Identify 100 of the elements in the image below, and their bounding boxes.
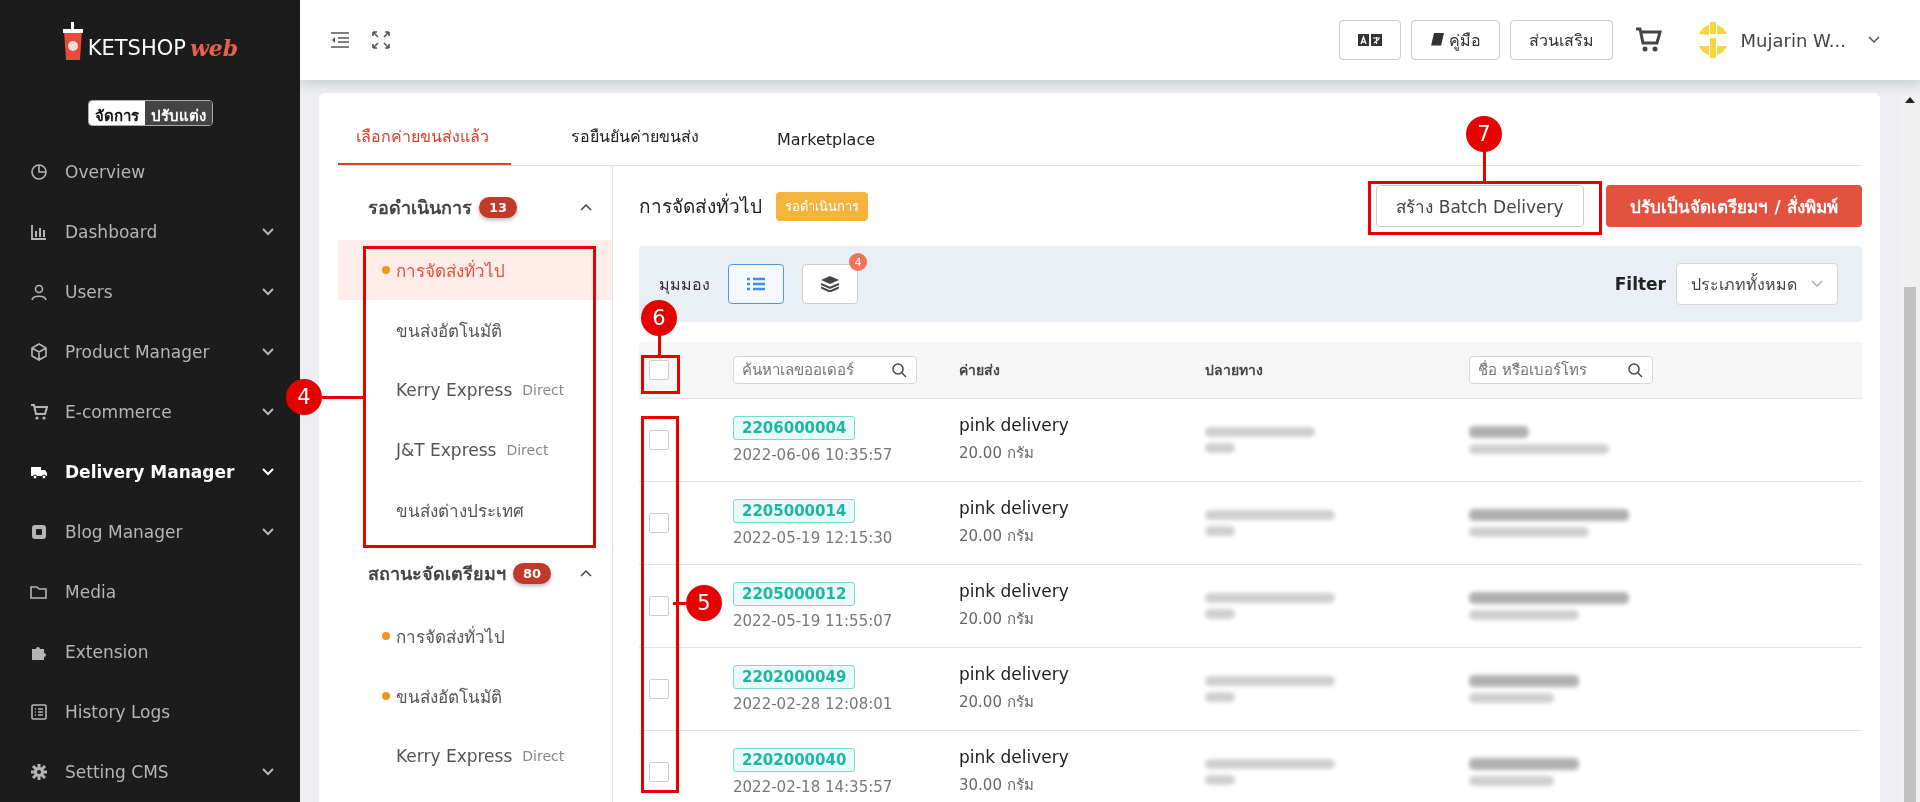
create-batch-button[interactable]: สร้าง Batch Delivery [1376, 185, 1584, 227]
carrier-item[interactable]: ขนส่งอัตโนมัติ [338, 300, 612, 360]
blurred-text [1469, 426, 1529, 438]
menu-item[interactable]: Overview [0, 142, 300, 202]
fullscreen-icon[interactable] [372, 31, 390, 49]
blurred-text [1205, 775, 1235, 785]
menu-item[interactable]: History Logs [0, 682, 300, 742]
menu-icon [30, 163, 48, 181]
search-icon [892, 363, 907, 378]
order-date: 2022-02-28 12:08:01 [733, 695, 893, 713]
carrier-name: pink delivery [959, 581, 1069, 601]
order-search-field[interactable]: ค้นหาเลขออเดอร์ [733, 356, 917, 384]
translate-button[interactable] [1338, 20, 1401, 60]
blurred-text [1205, 526, 1235, 536]
menu-icon [30, 703, 48, 721]
name-search-field[interactable]: ชื่อ หรือเบอร์โทร [1469, 356, 1653, 384]
carrier-name: pink delivery [959, 498, 1069, 518]
weight-text: 20.00 กรัม [959, 443, 1034, 464]
view-button[interactable] [802, 264, 858, 304]
leader-line [322, 396, 363, 399]
chevron-down-icon [1868, 36, 1880, 44]
select-all-checkbox[interactable] [649, 360, 669, 380]
weight-text: 20.00 กรัม [959, 609, 1034, 630]
manual-button[interactable]: คู่มือ [1410, 20, 1500, 60]
mode-toggle[interactable]: จัดการ [88, 101, 145, 125]
carrier-item[interactable]: ขนส่งต่างประเทศ [338, 480, 612, 540]
row-checkbox[interactable] [649, 513, 669, 533]
menu-item[interactable]: Extension [0, 622, 300, 682]
cup-icon [61, 22, 84, 60]
carrier-item[interactable]: Kerry Express Direct [338, 360, 612, 420]
carrier-item[interactable]: J&T Express Direct [338, 420, 612, 480]
carrier-name: pink delivery [959, 747, 1069, 767]
carrier-item[interactable]: ขนส่งอัตโนมัติ [338, 666, 612, 726]
menu-icon [30, 223, 48, 241]
print-button[interactable]: ปรับเป็นจัดเตรียมฯ / สั่งพิมพ์ [1606, 185, 1862, 227]
logo-suffix: web [189, 36, 239, 60]
menu-item[interactable]: Dashboard [0, 202, 300, 262]
menu-item[interactable]: Blog Manager [0, 502, 300, 562]
order-date: 2022-02-18 14:35:57 [733, 778, 893, 796]
blurred-text [1205, 692, 1235, 702]
weight-text: 20.00 กรัม [959, 526, 1034, 547]
count-badge: 80 [513, 562, 552, 584]
blurred-text [1205, 609, 1235, 619]
search-icon [1628, 363, 1643, 378]
group-title: สถานะจัดเตรียมฯ [368, 561, 506, 586]
group-title: รอดำเนินการ [368, 195, 472, 220]
carrier-name: pink delivery [959, 415, 1069, 435]
menu-item[interactable]: Media [0, 562, 300, 622]
row-checkbox[interactable] [649, 762, 669, 782]
filter-dropdown[interactable]: ประเภททั้งหมด [1676, 263, 1838, 305]
highlight-frame [641, 355, 680, 394]
order-date: 2022-05-19 12:15:30 [733, 529, 893, 547]
menu-icon [30, 283, 48, 301]
layers-icon [821, 276, 839, 292]
list-icon [747, 277, 765, 291]
scrollbar[interactable] [1900, 93, 1920, 802]
weight-text: 20.00 กรัม [959, 692, 1034, 713]
mode-toggle[interactable]: ปรับแต่ง [144, 101, 212, 125]
view-label: มุมมอง [659, 273, 710, 297]
filter-label: Filter [1614, 274, 1666, 294]
carrier-name: pink delivery [959, 664, 1069, 684]
menu-item[interactable]: Users [0, 262, 300, 322]
leader-line [658, 336, 661, 355]
weight-text: 30.00 กรัม [959, 775, 1034, 796]
chevron-up-icon[interactable] [580, 569, 592, 577]
menu-item[interactable]: Setting CMS [0, 742, 300, 802]
scroll-up-icon[interactable] [1905, 97, 1915, 103]
status-badge: รอดำเนินการ [776, 191, 868, 221]
tab[interactable]: รอยืนยันค่ายขนส่ง [553, 124, 717, 165]
user-menu[interactable]: Mujarin W... [1694, 22, 1880, 58]
tab[interactable]: เลือกค่ายขนส่งแล้ว [338, 124, 511, 165]
menu-item[interactable]: Product Manager [0, 322, 300, 382]
count-badge: 13 [479, 196, 518, 218]
order-date: 2022-06-06 10:35:57 [733, 446, 893, 464]
blurred-text [1205, 443, 1235, 453]
order-date: 2022-05-19 11:55:07 [733, 612, 893, 630]
addons-button[interactable]: ส่วนเสริม [1509, 20, 1613, 60]
logo-text: KETSHOP [87, 36, 186, 60]
menu-item[interactable]: Delivery Manager [0, 442, 300, 502]
menu-icon [30, 523, 48, 541]
carrier-item[interactable]: การจัดส่งทั่วไป [338, 606, 612, 666]
leader-line [1483, 152, 1486, 181]
menu-icon [30, 403, 48, 421]
book-icon [1429, 32, 1445, 48]
row-checkbox[interactable] [649, 679, 669, 699]
tab[interactable]: Marketplace [759, 130, 894, 165]
cart-icon[interactable] [1634, 27, 1663, 53]
row-checkbox[interactable] [649, 596, 669, 616]
row-checkbox[interactable] [649, 430, 669, 450]
collapse-menu-icon[interactable] [330, 32, 350, 48]
carrier-item[interactable]: Kerry Express Direct [338, 726, 612, 786]
chevron-up-icon[interactable] [580, 203, 592, 211]
menu-icon [30, 583, 48, 601]
menu-icon [30, 763, 48, 781]
section-title: การจัดส่งทั่วไป [639, 192, 762, 219]
chevron-down-icon [1811, 280, 1823, 288]
count-badge: 4 [849, 253, 867, 271]
column-header: ค่ายส่ง [959, 362, 1000, 378]
menu-icon [30, 343, 48, 361]
column-header: ปลายทาง [1205, 362, 1263, 378]
